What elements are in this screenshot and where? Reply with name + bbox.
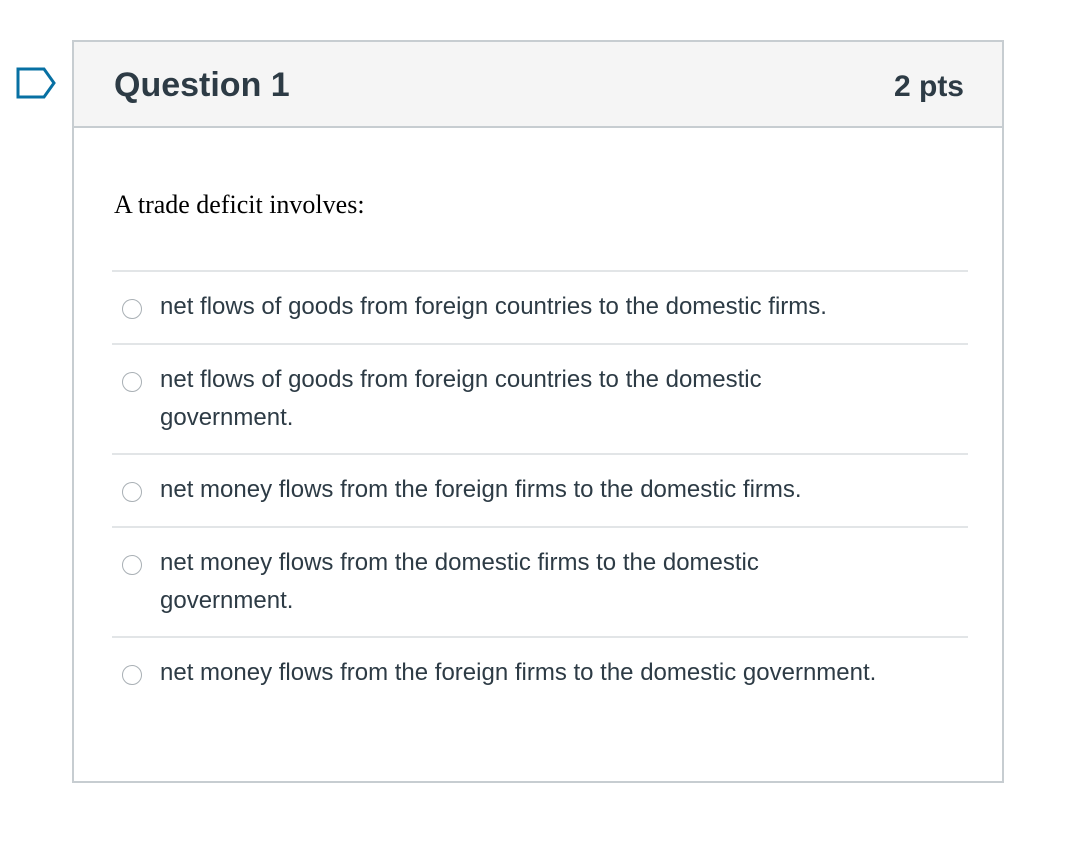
answer-label[interactable]: net money flows from the foreign firms t… bbox=[160, 471, 880, 509]
answer-list: net flows of goods from foreign countrie… bbox=[112, 270, 968, 746]
radio-button[interactable] bbox=[122, 555, 142, 575]
answer-option-3[interactable]: net money flows from the foreign firms t… bbox=[112, 453, 968, 526]
radio-button[interactable] bbox=[122, 665, 142, 685]
radio-button[interactable] bbox=[122, 482, 142, 502]
answer-label[interactable]: net flows of goods from foreign countrie… bbox=[160, 288, 880, 326]
answer-option-2[interactable]: net flows of goods from foreign countrie… bbox=[112, 343, 968, 453]
question-points: 2 pts bbox=[893, 70, 964, 103]
answer-option-5[interactable]: net money flows from the foreign firms t… bbox=[112, 636, 968, 746]
answer-option-1[interactable]: net flows of goods from foreign countrie… bbox=[112, 270, 968, 343]
flag-outline-icon[interactable] bbox=[15, 66, 57, 100]
answer-label[interactable]: net money flows from the domestic firms … bbox=[160, 544, 880, 620]
answer-label[interactable]: net money flows from the foreign firms t… bbox=[160, 654, 880, 692]
question-text: A trade deficit involves: bbox=[114, 190, 365, 219]
question-card: Question 1 2 pts A trade deficit involve… bbox=[72, 40, 1004, 783]
radio-button[interactable] bbox=[122, 299, 142, 319]
answer-option-4[interactable]: net money flows from the domestic firms … bbox=[112, 526, 968, 636]
radio-button[interactable] bbox=[122, 372, 142, 392]
answer-label[interactable]: net flows of goods from foreign countrie… bbox=[160, 361, 880, 437]
question-header: Question 1 2 pts bbox=[74, 42, 1002, 128]
question-title: Question 1 bbox=[114, 66, 290, 104]
